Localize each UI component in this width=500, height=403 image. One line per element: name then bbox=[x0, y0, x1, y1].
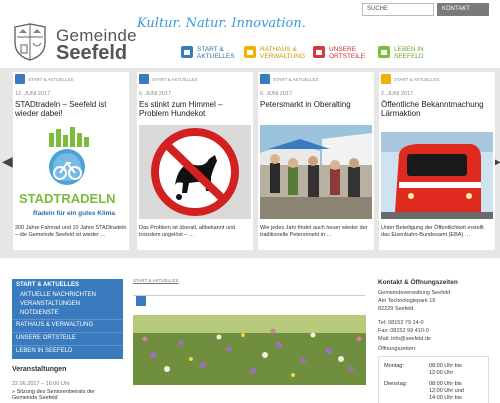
nav-label-line1: UNSERE bbox=[329, 46, 357, 53]
card-category: START & AKTUELLES bbox=[394, 77, 440, 82]
market-photo-image[interactable] bbox=[260, 125, 372, 219]
event-title-line2: Gemeinde Seefeld bbox=[12, 395, 58, 401]
nav-label-line1: RATHAUS & bbox=[260, 46, 297, 53]
menu-item-rathaus-verwaltung[interactable]: RATHAUS & VERWALTUNG bbox=[16, 322, 93, 328]
news-card[interactable]: START & AKTUELLES 2. JUNI 2017 Öffentlic… bbox=[379, 72, 495, 250]
card-text: 200 Jahre Fahrrad und 10 Jahre STADtrade… bbox=[15, 225, 127, 238]
menu-item-unsere-ortsteile[interactable]: UNSERE ORTSTEILE bbox=[16, 335, 76, 341]
contact-phone[interactable]: Tel: 08152 79 14-0 bbox=[378, 320, 424, 326]
hours-time-line: 08:00 Uhr bis bbox=[429, 363, 462, 369]
nav-label-line2: ORTSTEILE bbox=[329, 53, 366, 60]
hours-time-line: 08:00 Uhr bis bbox=[429, 381, 462, 387]
hours-time-line: 12:00 Uhr und bbox=[429, 388, 464, 394]
event-link[interactable]: » Sitzung des Seniorenbeirats der Gemeind… bbox=[12, 389, 95, 401]
event-date: 22.06.2017 – 16:00 Uhr bbox=[12, 381, 70, 387]
no-dog-poop-sign-image[interactable] bbox=[139, 125, 251, 219]
contact-address-line: Am Technologiepark 16 bbox=[378, 298, 436, 304]
card-text: Wie jedes Jahr findet auch heuer wieder … bbox=[260, 225, 368, 238]
menu-item-aktuelle-nachrichten[interactable]: AKTUELLE NACHRICHTEN bbox=[20, 292, 96, 298]
card-title[interactable]: Petersmarkt in Oberalting bbox=[260, 100, 372, 109]
hours-time-line: 12:00 Uhr bbox=[429, 370, 454, 376]
sidebar-menu: START & AKTUELLES AKTUELLE NACHRICHTEN V… bbox=[12, 279, 123, 359]
contact-mail[interactable]: Mail: info@seefeld.de bbox=[378, 336, 431, 342]
nav-label-line2: SEEFELD bbox=[394, 53, 424, 60]
logo-text-top: STADTRADELN bbox=[19, 191, 116, 206]
opening-hours-table: Montag: 08:00 Uhr bis 12:00 Uhr Dienstag:… bbox=[378, 356, 489, 403]
map-pin-icon bbox=[313, 46, 325, 58]
slider-prev-arrow-icon[interactable]: ◀ bbox=[2, 153, 13, 170]
card-title[interactable]: Es stinkt zum Himmel – Problem Hundekot bbox=[139, 100, 251, 118]
nav-label-line1: LEBEN IN bbox=[394, 46, 424, 53]
menu-item-notdienste[interactable]: NOTDIENSTE bbox=[20, 310, 59, 316]
card-date: 6. JUNI 2017 bbox=[139, 91, 172, 97]
card-category: START & AKTUELLES bbox=[273, 77, 319, 82]
leaf-icon bbox=[378, 46, 390, 58]
stadtradeln-logo-image[interactable]: STADTRADELN Radeln für ein gutes Klima bbox=[15, 125, 127, 219]
menu-item-veranstaltungen[interactable]: VERANSTALTUNGEN bbox=[20, 301, 80, 307]
card-title[interactable]: Öffentliche Bekanntmachung Lärmaktion bbox=[381, 100, 493, 118]
card-title[interactable]: STADtradeln – Seefeld ist wieder dabei! bbox=[15, 100, 127, 118]
town-hall-icon bbox=[244, 46, 256, 58]
contact-heading: Kontakt & Öffnungszeiten bbox=[378, 279, 458, 286]
news-slider: ◀ ▶ START & AKTUELLES 12. JUNI 2017 STAD… bbox=[0, 68, 500, 258]
header: Gemeinde Seefeld Kultur. Natur. Innovati… bbox=[0, 0, 500, 66]
card-date: 12. JUNI 2017 bbox=[15, 91, 51, 97]
news-card[interactable]: START & AKTUELLES 6. JUNI 2017 Petersmar… bbox=[258, 72, 374, 250]
home-icon bbox=[139, 74, 149, 84]
opening-hours-label: Öffnungszeiten: bbox=[378, 346, 417, 352]
home-icon bbox=[15, 74, 25, 84]
page: Gemeinde Seefeld Kultur. Natur. Innovati… bbox=[0, 0, 500, 403]
hours-time-line: 14:00 Uhr bis bbox=[429, 395, 462, 401]
breadcrumb[interactable]: START & AKTUELLES bbox=[133, 278, 179, 283]
nav-label-line2: AKTUELLES bbox=[197, 53, 235, 60]
meadow-photo-image bbox=[133, 315, 366, 385]
contact-button[interactable]: KONTAKT bbox=[437, 3, 489, 16]
contact-fax: Fax: 08152 99 410-0 bbox=[378, 328, 429, 334]
hours-day: Dienstag: bbox=[384, 381, 408, 387]
nav-label-line2: VERWALTUNG bbox=[260, 53, 306, 60]
menu-divider bbox=[12, 332, 123, 333]
news-card[interactable]: START & AKTUELLES 6. JUNI 2017 Es stinkt… bbox=[137, 72, 253, 250]
menu-divider bbox=[12, 345, 123, 346]
divider bbox=[133, 295, 365, 296]
brand-name-line2[interactable]: Seefeld bbox=[56, 42, 127, 65]
town-hall-icon bbox=[381, 74, 391, 84]
contact-address-line: 82229 Seefeld bbox=[378, 306, 414, 312]
logo-text-bottom: Radeln für ein gutes Klima bbox=[33, 210, 115, 217]
card-date: 6. JUNI 2017 bbox=[260, 91, 293, 97]
menu-divider bbox=[12, 319, 123, 320]
contact-address-line: Gemeindeverwaltung Seefeld bbox=[378, 290, 451, 296]
slogan: Kultur. Natur. Innovation. bbox=[137, 16, 306, 31]
nav-label-line1: START & bbox=[197, 46, 224, 53]
menu-item-start-aktuelles[interactable]: START & AKTUELLES bbox=[16, 282, 79, 288]
hours-day: Montag: bbox=[384, 363, 404, 369]
card-text: Unter Beteiligung der Öffentlichkeit ers… bbox=[381, 225, 484, 238]
home-icon bbox=[136, 296, 146, 306]
train-photo-image[interactable] bbox=[381, 132, 493, 219]
card-date: 2. JUNI 2017 bbox=[381, 91, 414, 97]
card-category: START & AKTUELLES bbox=[152, 77, 198, 82]
card-category: START & AKTUELLES bbox=[28, 77, 74, 82]
search-input[interactable]: SUCHE bbox=[362, 3, 434, 16]
events-heading: Veranstaltungen bbox=[12, 366, 67, 373]
card-text: Das Problem ist überall, altbekannt und … bbox=[139, 225, 235, 238]
news-card[interactable]: START & AKTUELLES 12. JUNI 2017 STADtrad… bbox=[13, 72, 129, 250]
coat-of-arms-logo[interactable] bbox=[13, 23, 47, 61]
menu-item-leben-in-seefeld[interactable]: LEBEN IN SEEFELD bbox=[16, 348, 72, 354]
home-icon bbox=[260, 74, 270, 84]
home-icon bbox=[181, 46, 193, 58]
